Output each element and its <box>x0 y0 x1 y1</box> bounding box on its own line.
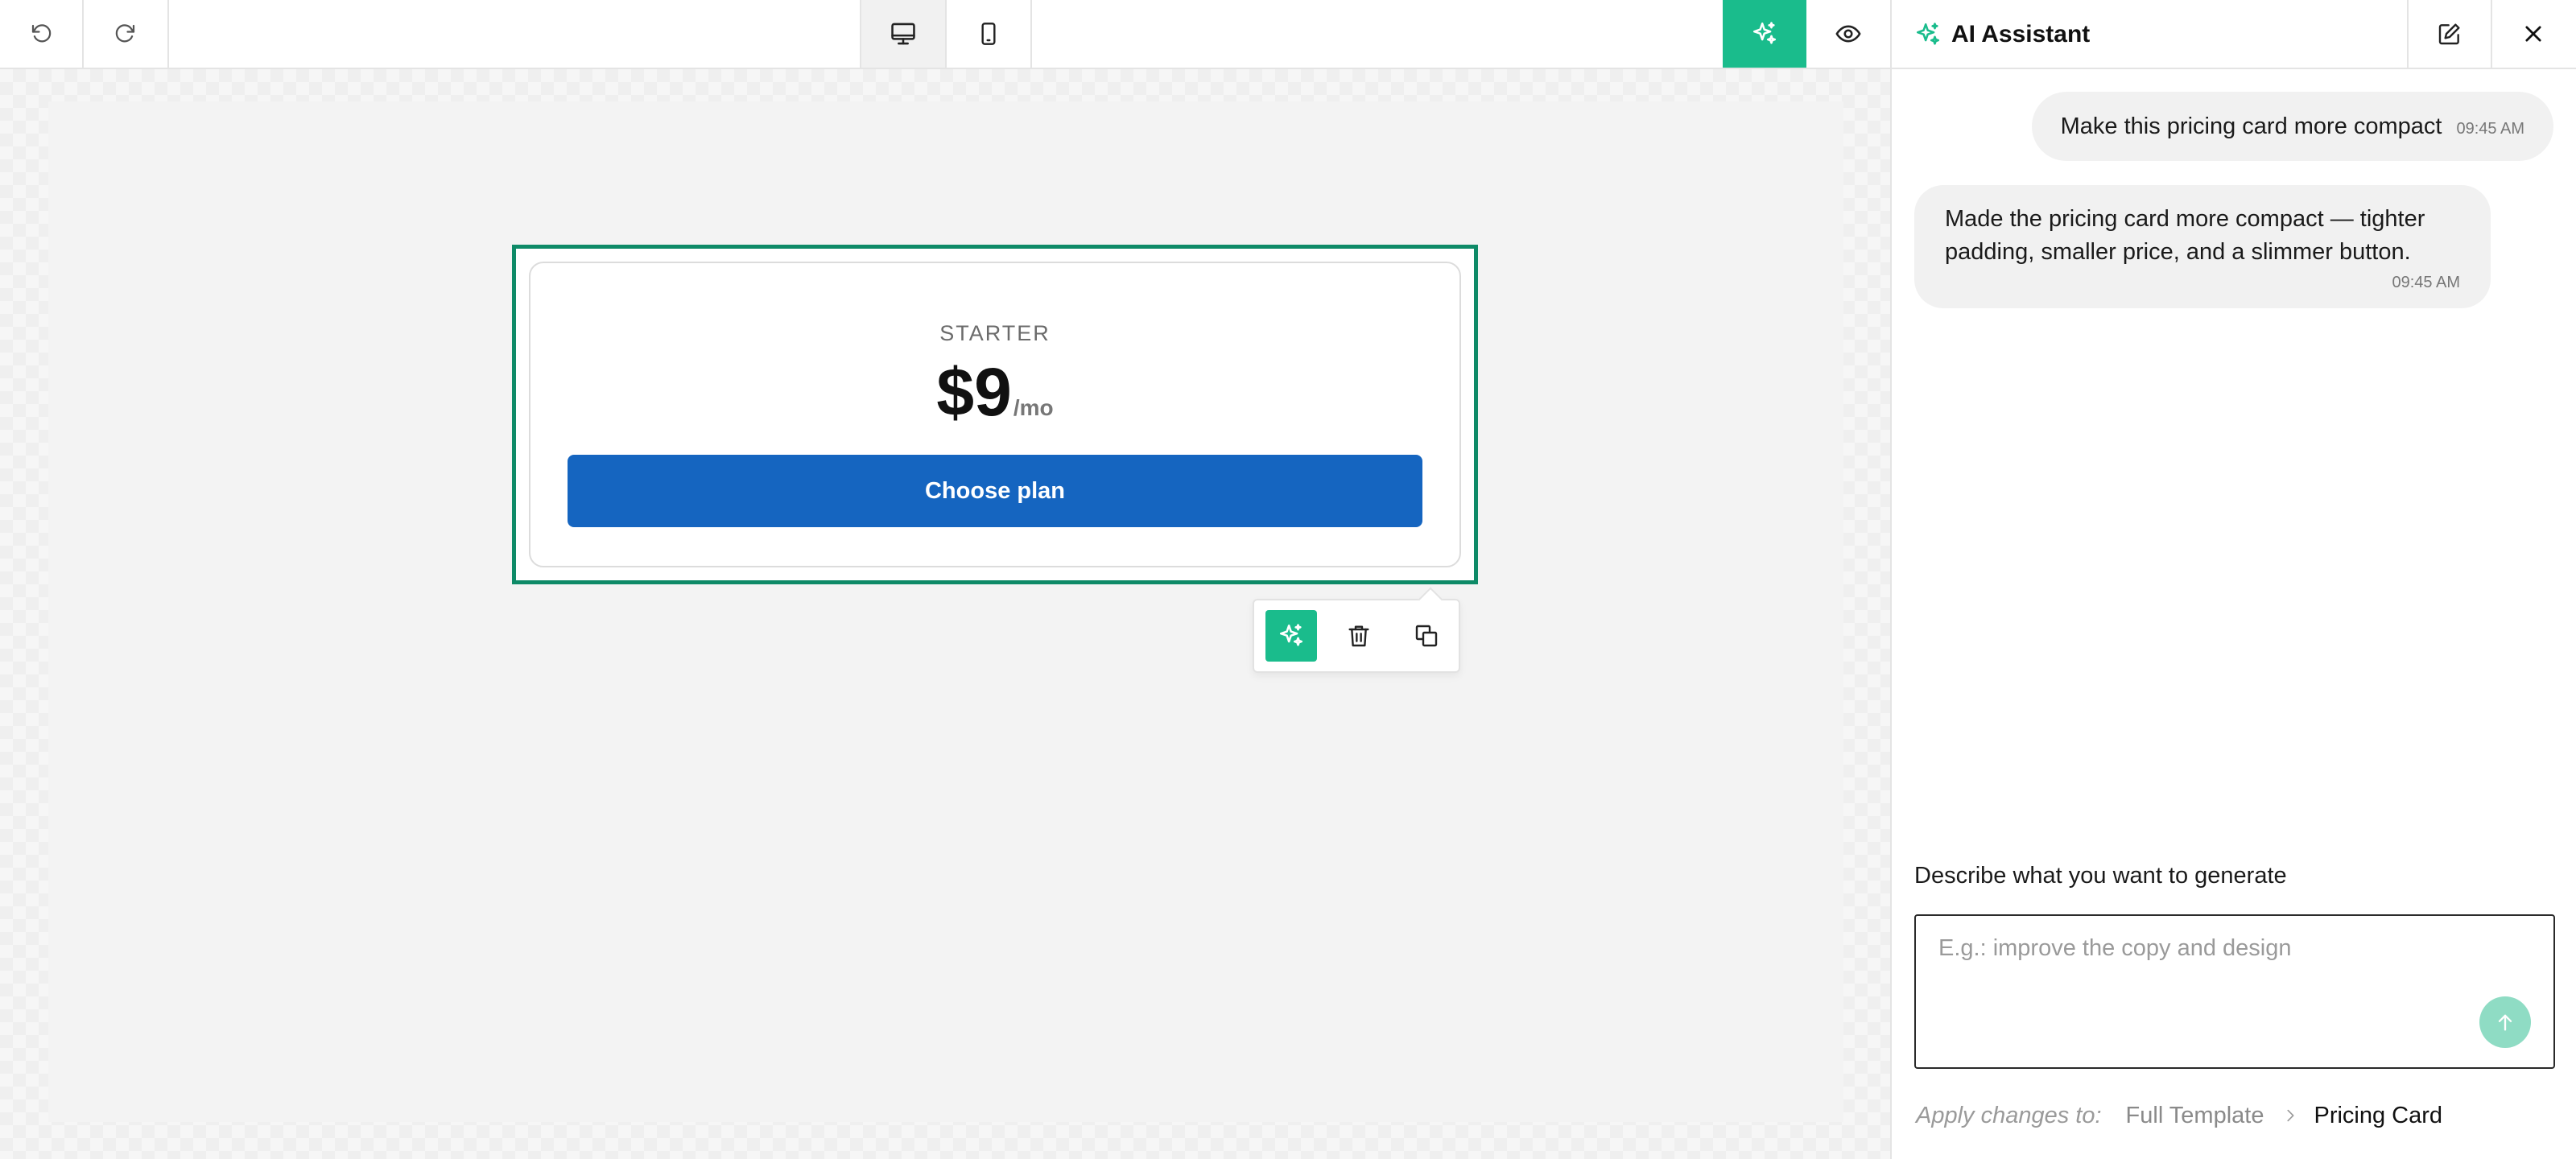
redo-button[interactable] <box>84 0 169 68</box>
message-time: 09:45 AM <box>2456 119 2524 138</box>
pricing-price: $9 /mo <box>530 358 1459 426</box>
eye-icon <box>1835 25 1861 43</box>
choose-plan-button[interactable]: Choose plan <box>568 455 1422 527</box>
sparkles-icon <box>1916 23 1940 45</box>
sparkles-icon <box>1752 22 1777 44</box>
message-text: Made the pricing card more compact — tig… <box>1945 206 2425 265</box>
price-period: /mo <box>1013 395 1054 420</box>
panel-title: AI Assistant <box>1951 21 2091 47</box>
new-chat-button[interactable] <box>2407 0 2491 68</box>
preview-button[interactable] <box>1806 0 1890 68</box>
edit-icon <box>2438 23 2460 45</box>
arrow-up-icon <box>2498 1014 2512 1031</box>
user-message: Make this pricing card more compact 09:4… <box>2031 92 2553 161</box>
editor-toolbar <box>0 0 1890 69</box>
message-time: 09:45 AM <box>2392 274 2460 291</box>
desktop-view-button[interactable] <box>860 0 947 68</box>
prompt-label: Describe what you want to generate <box>1914 863 2287 889</box>
desktop-icon <box>891 23 915 45</box>
delete-element-button[interactable] <box>1333 610 1385 662</box>
pricing-card[interactable]: STARTER $9 /mo Choose plan <box>529 262 1461 567</box>
prompt-input[interactable] <box>1916 916 2553 1067</box>
redo-icon <box>115 24 135 43</box>
ai-assistant-toggle-button[interactable] <box>1723 0 1806 68</box>
template-canvas[interactable]: STARTER $9 /mo Choose plan <box>48 101 1843 1122</box>
close-icon <box>2525 26 2541 42</box>
prompt-box <box>1914 914 2555 1069</box>
close-panel-button[interactable] <box>2491 0 2574 68</box>
pricing-tier-label: STARTER <box>939 321 1051 345</box>
send-button[interactable] <box>2479 996 2531 1048</box>
chevron-right-icon <box>2281 1107 2299 1124</box>
assistant-message: Made the pricing card more compact — tig… <box>1914 185 2491 308</box>
apply-label: Apply changes to: <box>1916 1102 2102 1128</box>
mobile-view-button[interactable] <box>947 0 1032 68</box>
undo-button[interactable] <box>0 0 84 68</box>
panel-header: AI Assistant <box>1892 0 2576 69</box>
price-amount: $9 <box>936 354 1012 430</box>
ai-assistant-panel: AI Assistant Make this pricing card more… <box>1890 0 2576 1159</box>
element-ai-button[interactable] <box>1265 610 1317 662</box>
scope-current-element[interactable]: Pricing Card <box>2314 1103 2442 1129</box>
duplicate-element-button[interactable] <box>1401 610 1452 662</box>
sparkles-icon <box>1279 624 1303 646</box>
mobile-icon <box>981 23 996 45</box>
duplicate-icon <box>1415 625 1438 647</box>
element-toolbar <box>1253 599 1460 673</box>
message-text: Make this pricing card more compact <box>2060 113 2442 139</box>
undo-icon <box>31 24 52 43</box>
canvas-area: STARTER $9 /mo Choose plan <box>0 69 1890 1159</box>
scope-full-template[interactable]: Full Template <box>2126 1103 2264 1129</box>
trash-icon <box>1348 625 1369 647</box>
selected-block-outline[interactable]: STARTER $9 /mo Choose plan <box>512 245 1478 584</box>
apply-scope-row: Apply changes to: Full Template Pricing … <box>1916 1099 2442 1132</box>
